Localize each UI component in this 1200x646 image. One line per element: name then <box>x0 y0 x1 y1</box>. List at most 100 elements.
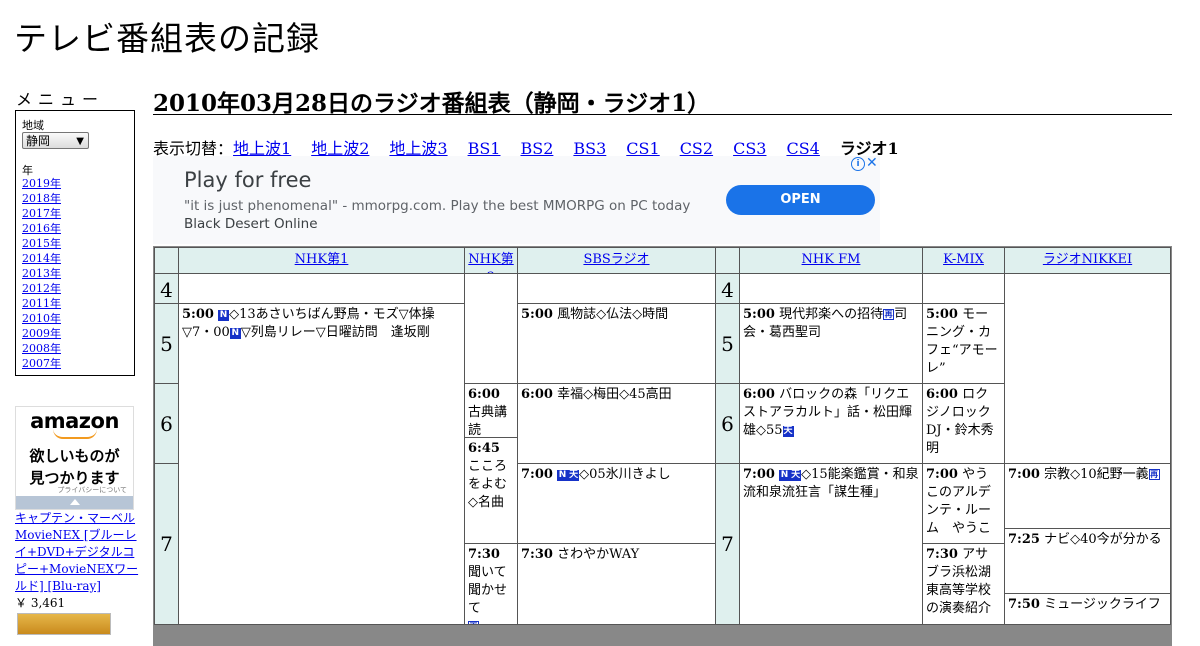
program-time: 6:00 <box>926 387 958 402</box>
program-time: 5:00 <box>182 307 214 322</box>
program-title: こころをよむ◇名曲 <box>468 459 508 510</box>
program-time: 7:00 <box>926 467 958 482</box>
region-select-value: 静岡 <box>26 134 51 148</box>
program-cell[interactable]: 7:00 やうこのアルデンテ・ルーム やうこ <box>922 463 1005 544</box>
program-time: 7:00 <box>1008 467 1040 482</box>
rerun-icon: 再 <box>468 621 479 624</box>
program-time: 6:00 <box>468 387 500 402</box>
channel-link-nikkei[interactable]: ラジオNIKKEI <box>1043 252 1132 267</box>
channel-link-sbs[interactable]: SBSラジオ <box>583 252 649 267</box>
chevron-down-icon: ▼ <box>76 136 84 147</box>
year-link-2017[interactable]: 2017年 <box>22 207 61 220</box>
program-title: ミュージックライフ <box>1044 597 1161 612</box>
amazon-ad[interactable]: amazon 欲しいものが 見つかります プライバシーについて <box>15 406 134 510</box>
ad-title: Play for free <box>184 168 312 192</box>
corner-cell <box>715 247 740 274</box>
channel-link-nhkfm[interactable]: NHK FM <box>802 252 861 267</box>
region-select[interactable]: 静岡 ▼ <box>22 132 89 149</box>
program-cell[interactable]: 7:50 ミュージックライフ <box>1004 593 1171 625</box>
year-link-2016[interactable]: 2016年 <box>22 222 61 235</box>
channel-link-nhk1[interactable]: NHK第1 <box>295 252 349 267</box>
ad-text-game: Black Desert Online <box>184 216 318 232</box>
year-link-2014[interactable]: 2014年 <box>22 252 61 265</box>
year-link-2012[interactable]: 2012年 <box>22 282 61 295</box>
channel-header: NHK第1 <box>178 247 465 274</box>
program-cell-empty <box>178 273 465 304</box>
program-cell[interactable]: 7:30 アサブラ浜松湖東高等学校の演奏紹介 <box>922 543 1005 625</box>
program-cell[interactable]: 6:45 こころをよむ◇名曲 <box>464 437 518 544</box>
hour-cell: 5 <box>715 303 740 384</box>
year-link-2010[interactable]: 2010年 <box>22 312 61 325</box>
news-icon: N <box>229 328 241 339</box>
rerun-icon: 再 <box>1148 469 1160 480</box>
ad-info-icon[interactable]: i <box>851 157 865 171</box>
schedule-table: NHK第1 NHK第2 SBSラジオ NHK FM K-MIX ラジオNIKKE… <box>153 246 1172 646</box>
program-title: 古典講読 <box>468 405 508 438</box>
hour-cell: 4 <box>715 273 740 304</box>
news-icon: N <box>557 470 569 481</box>
hour-cell: 6 <box>154 383 179 464</box>
channel-header: NHK FM <box>739 247 923 274</box>
program-time: 7:30 <box>468 547 500 562</box>
weather-icon: 天 <box>790 470 802 481</box>
year-link-2008[interactable]: 2008年 <box>22 342 61 355</box>
program-cell[interactable]: 7:30 さわやかWAY <box>517 543 716 625</box>
program-cell-empty <box>1004 273 1171 464</box>
program-time: 7:25 <box>1008 532 1040 547</box>
program-cell[interactable]: 7:30 聞いて聞かせて再 <box>464 543 518 625</box>
program-cell[interactable]: 7:00 宗教◇10紀野一義再 <box>1004 463 1171 529</box>
program-cell[interactable]: 7:25 ナビ◇40今が分かる <box>1004 528 1171 594</box>
menu-box: 地域 静岡 ▼ 年 2019年 2018年 2017年 2016年 2015年 … <box>15 110 135 376</box>
channel-link-kmix[interactable]: K-MIX <box>943 252 984 267</box>
close-icon[interactable]: ✕ <box>866 155 878 171</box>
open-button[interactable]: OPEN <box>726 185 875 215</box>
chevron-up-icon <box>69 499 80 505</box>
program-time: 7:30 <box>521 547 553 562</box>
region-label: 地域 <box>22 119 44 132</box>
year-link-2018[interactable]: 2018年 <box>22 192 61 205</box>
program-cell[interactable]: 5:00 モーニング・カフェ“アモーレ” <box>922 303 1005 384</box>
privacy-link[interactable]: プライバシーについて <box>16 485 133 495</box>
year-link-2015[interactable]: 2015年 <box>22 237 61 250</box>
program-cell[interactable]: 6:00 幸福◇梅田◇45高田 <box>517 383 716 464</box>
program-cell[interactable]: 6:00 バロックの森「リクエストアラカルト」話・松田輝雄◇55天 <box>739 383 923 464</box>
program-cell[interactable]: 6:00 ロクジノロック DJ・鈴木秀明 <box>922 383 1005 464</box>
program-time: 6:00 <box>521 387 553 402</box>
program-time: 7:00 <box>521 467 553 482</box>
program-title: 宗教◇10紀野一義 <box>1044 467 1149 482</box>
hour-cell: 6 <box>715 383 740 464</box>
program-title: 幸福◇梅田◇45高田 <box>557 387 672 402</box>
product-link[interactable]: キャプテン・マーベル MovieNEX [ブルーレイ+DVD+デジタルコピー+M… <box>15 511 138 593</box>
amazon-tagline-1: 欲しいものが <box>29 447 120 465</box>
year-link-2019[interactable]: 2019年 <box>22 177 61 190</box>
program-cell-empty <box>922 273 1005 304</box>
year-link-2007[interactable]: 2007年 <box>22 357 61 370</box>
program-title: 風物誌◇仏法◇時間 <box>557 307 669 322</box>
banner-ad[interactable]: i ✕ Play for free "it is just phenomenal… <box>153 155 880 244</box>
program-title: ◇05氷川きよし <box>579 467 671 482</box>
program-cell-empty <box>739 273 923 304</box>
year-link-2011[interactable]: 2011年 <box>22 297 61 310</box>
program-cell[interactable]: 6:00 古典講読再 <box>464 383 518 438</box>
expand-bar[interactable] <box>16 496 133 509</box>
page-title: 2010年03月28日のラジオ番組表（静岡・ラジオ1） <box>153 84 1172 117</box>
channel-header: NHK第2 <box>464 247 518 274</box>
program-cell-empty <box>517 273 716 304</box>
program-time: 5:00 <box>926 307 958 322</box>
program-cell[interactable]: 7:00 N 天◇05氷川きよし <box>517 463 716 544</box>
program-cell[interactable]: 5:00 現代邦楽への招待再司会・葛西聖司 <box>739 303 923 384</box>
news-icon: N <box>779 470 791 481</box>
program-cell[interactable]: 7:00 N 天◇15能楽鑑賞・和泉流和泉流狂言「謀生種」 <box>739 463 923 625</box>
program-cell[interactable]: 5:00 風物誌◇仏法◇時間 <box>517 303 716 384</box>
channel-header: SBSラジオ <box>517 247 716 274</box>
program-cell[interactable]: 5:00 N ◇13あさいちばん野鳥・モズ▽体操▽7・00 N ▽列島リレー▽日曜訪問… <box>178 303 465 625</box>
year-link-2013[interactable]: 2013年 <box>22 267 61 280</box>
ad-text: "it is just phenomenal" - mmorpg.com. Pl… <box>184 197 694 233</box>
product-thumbnail[interactable] <box>17 613 111 635</box>
amazon-tagline: 欲しいものが 見つかります <box>16 445 133 489</box>
program-title-cont: ▽列島リレー▽日曜訪問 逢坂剛 <box>240 325 430 340</box>
year-link-2009[interactable]: 2009年 <box>22 327 61 340</box>
hour-cell: 7 <box>715 463 740 625</box>
channel-link-nhk2[interactable]: NHK第2 <box>468 252 513 273</box>
hour-cell: 5 <box>154 303 179 384</box>
